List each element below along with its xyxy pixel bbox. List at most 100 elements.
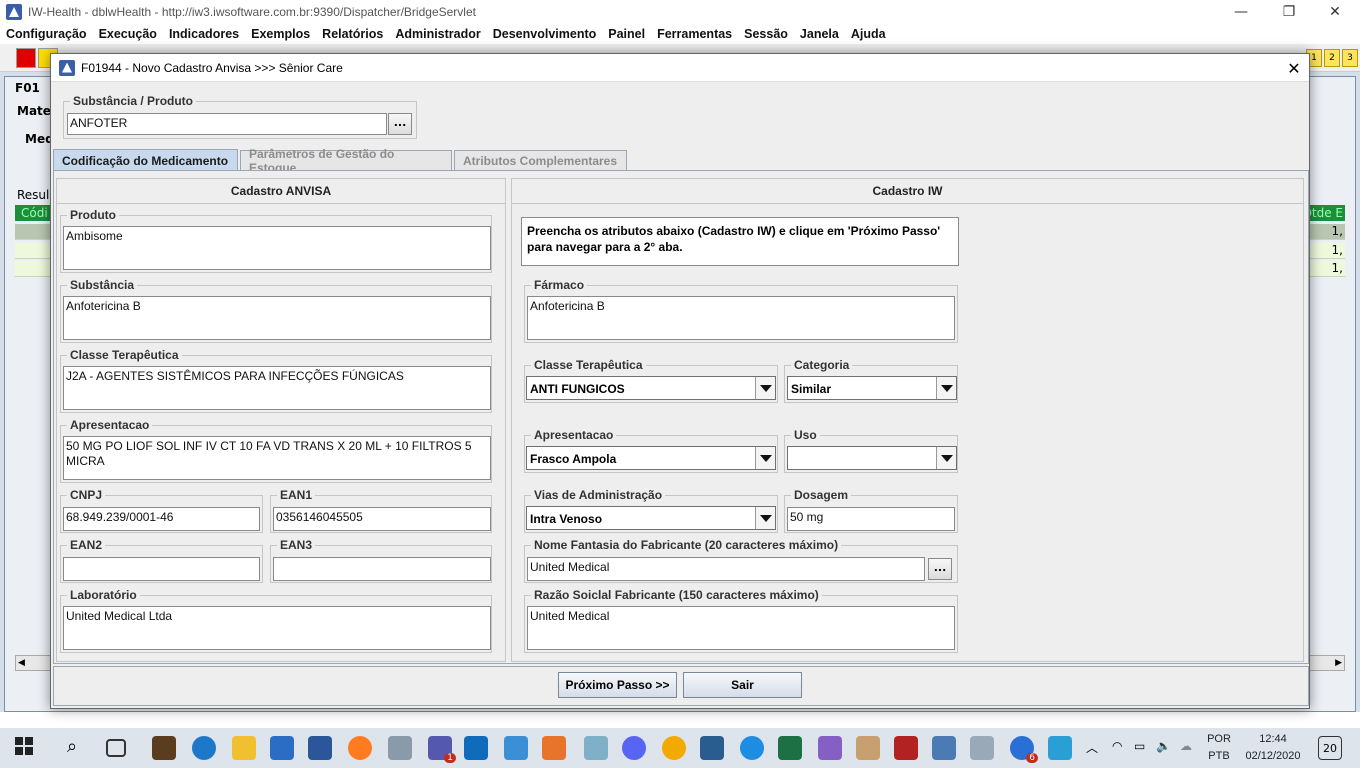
store-icon[interactable]	[152, 736, 176, 760]
tab-codificacao-medicamento[interactable]: Codificação do Medicamento	[53, 149, 238, 171]
minimize-icon[interactable]: —	[1218, 0, 1264, 24]
menu-ferramentas[interactable]: Ferramentas	[657, 27, 732, 41]
word-icon[interactable]	[308, 736, 332, 760]
chevron-down-icon[interactable]	[755, 377, 775, 399]
cloud-icon[interactable]: ☁	[1180, 739, 1192, 753]
menu-relatorios[interactable]: Relatórios	[322, 27, 383, 41]
firefox-icon[interactable]	[348, 736, 372, 760]
chrome-icon[interactable]	[662, 736, 686, 760]
scroll-right-icon[interactable]: ▶	[1335, 658, 1342, 668]
anvisa-ean3-group: EAN3	[270, 538, 492, 583]
file-explorer-icon[interactable]	[232, 736, 256, 760]
menu-painel[interactable]: Painel	[608, 27, 645, 41]
battery-icon[interactable]: ▭	[1134, 739, 1145, 753]
iw-nome-fantasia-group: Nome Fantasia do Fabricante (20 caracter…	[524, 538, 958, 583]
teams-icon[interactable]: 1	[428, 736, 456, 763]
search-icon[interactable]: ⌕	[60, 736, 84, 760]
chevron-down-icon[interactable]	[936, 447, 956, 469]
tray-chevron-up-icon[interactable]: ︿	[1086, 739, 1098, 756]
tab-atributos-complementares[interactable]: Atributos Complementares	[454, 150, 627, 170]
iw-farmaco-field[interactable]: Anfotericina B	[527, 296, 955, 340]
anvisa-classe-terapeutica-field[interactable]: J2A - AGENTES SISTÊMICOS PARA INFECÇÕES …	[63, 366, 491, 410]
virtualbox-icon[interactable]	[932, 736, 956, 760]
java-icon[interactable]	[542, 736, 566, 760]
anvisa-laboratorio-field[interactable]: United Medical Ltda	[63, 606, 491, 650]
substancia-produto-search-button[interactable]: ...	[388, 113, 412, 135]
iw-dosagem-field[interactable]: 50 mg	[787, 507, 955, 531]
clock-date[interactable]: 02/12/2020	[1238, 750, 1308, 762]
cadastro-anvisa-dialog: F01944 - Novo Cadastro Anvisa >>> Sênior…	[50, 53, 1310, 709]
internet-explorer-icon[interactable]	[740, 736, 764, 760]
sair-button[interactable]: Sair	[683, 672, 802, 698]
app-icon[interactable]	[584, 736, 608, 760]
menu-janela[interactable]: Janela	[800, 27, 839, 41]
iw-classe-terapeutica-select[interactable]: ANTI FUNGICOS	[526, 376, 776, 400]
menu-indicadores[interactable]: Indicadores	[169, 27, 239, 41]
monitor-icon[interactable]	[970, 736, 994, 760]
iw-uso-select[interactable]	[787, 446, 957, 470]
iw-uso-group: Uso	[784, 428, 958, 473]
menu-administrador[interactable]: Administrador	[395, 27, 480, 41]
edge-icon[interactable]	[192, 736, 216, 760]
iw-categoria-label: Categoria	[791, 358, 853, 372]
visual-studio-icon[interactable]	[818, 736, 842, 760]
anvisa-apresentacao-field[interactable]: 50 MG PO LIOF SOL INF IV CT 10 FA VD TRA…	[63, 436, 491, 480]
photos-icon[interactable]	[700, 736, 724, 760]
restore-icon[interactable]: ❐	[1266, 0, 1312, 24]
clock-time[interactable]: 12:44	[1238, 733, 1308, 745]
iw-vias-select[interactable]: Intra Venoso	[526, 506, 776, 530]
toolbar-num-2[interactable]: 2	[1324, 49, 1340, 67]
language-top[interactable]: POR	[1204, 733, 1234, 745]
anvisa-cnpj-field[interactable]: 68.949.239/0001-46	[63, 507, 260, 531]
menu-execucao[interactable]: Execução	[99, 27, 157, 41]
substancia-produto-input[interactable]: ANFOTER	[67, 113, 387, 135]
iw-nome-fantasia-search-button[interactable]: ...	[928, 558, 952, 580]
iw-nome-fantasia-field[interactable]: United Medical	[527, 557, 925, 581]
outlook-icon[interactable]	[464, 736, 488, 760]
anvisa-ean1-field[interactable]: 0356146045505	[273, 507, 491, 531]
remote-desktop-icon[interactable]	[504, 736, 528, 760]
skype-icon[interactable]: 6	[1010, 736, 1038, 763]
toolbar-red-icon[interactable]	[16, 48, 36, 68]
menu-desenvolvimento[interactable]: Desenvolvimento	[493, 27, 597, 41]
anvisa-substancia-field[interactable]: Anfotericina B	[63, 296, 491, 340]
excel-icon[interactable]	[778, 736, 802, 760]
iw-categoria-select[interactable]: Similar	[787, 376, 957, 400]
anvisa-laboratorio-group: Laboratório United Medical Ltda	[60, 588, 492, 653]
iw-instructions-box: Preencha os atributos abaixo (Cadastro I…	[521, 217, 959, 266]
wifi-icon[interactable]: ◠	[1112, 739, 1122, 753]
app-menubar: Configuração Execução Indicadores Exempl…	[0, 24, 1360, 44]
windows-start-icon[interactable]	[14, 736, 38, 760]
toolbar-num-3[interactable]: 3	[1342, 49, 1358, 67]
task-view-icon[interactable]	[106, 739, 126, 757]
tool-icon[interactable]	[388, 736, 412, 760]
chevron-down-icon[interactable]	[755, 447, 775, 469]
app-close-icon[interactable]: ✕	[1312, 0, 1358, 24]
paint-icon[interactable]	[856, 736, 880, 760]
menu-configuracao[interactable]: Configuração	[6, 27, 87, 41]
anvisa-ean2-field[interactable]	[63, 557, 260, 581]
winrar-icon[interactable]	[894, 736, 918, 760]
iw-razao-social-field[interactable]: United Medical	[527, 606, 955, 650]
mail-icon[interactable]	[270, 736, 294, 760]
anvisa-ean3-label: EAN3	[277, 538, 316, 552]
chevron-down-icon[interactable]	[936, 377, 956, 399]
volume-icon[interactable]: 🔈	[1156, 739, 1171, 753]
menu-exemplos[interactable]: Exemplos	[251, 27, 310, 41]
anvisa-produto-field[interactable]: Ambisome	[63, 226, 491, 270]
anvisa-ean3-field[interactable]	[273, 557, 491, 581]
azure-icon[interactable]	[1048, 736, 1072, 760]
notifications-icon[interactable]: 20	[1318, 736, 1342, 760]
discord-icon[interactable]	[622, 736, 646, 760]
menu-ajuda[interactable]: Ajuda	[851, 27, 886, 41]
menu-sessao[interactable]: Sessão	[744, 27, 788, 41]
language-bottom[interactable]: PTB	[1204, 750, 1234, 762]
chevron-down-icon[interactable]	[755, 507, 775, 529]
proximo-passo-button[interactable]: Próximo Passo >>	[558, 672, 677, 698]
iw-uso-label: Uso	[791, 428, 820, 442]
scroll-left-icon[interactable]: ◀	[18, 658, 25, 668]
iw-apresentacao-select[interactable]: Frasco Ampola	[526, 446, 776, 470]
tab-parametros-gestao-estoque[interactable]: Parâmetros de Gestão do Estoque	[240, 147, 452, 175]
table-cell-qtde: 1,	[1331, 261, 1343, 275]
dialog-close-icon[interactable]: ✕	[1279, 54, 1309, 82]
